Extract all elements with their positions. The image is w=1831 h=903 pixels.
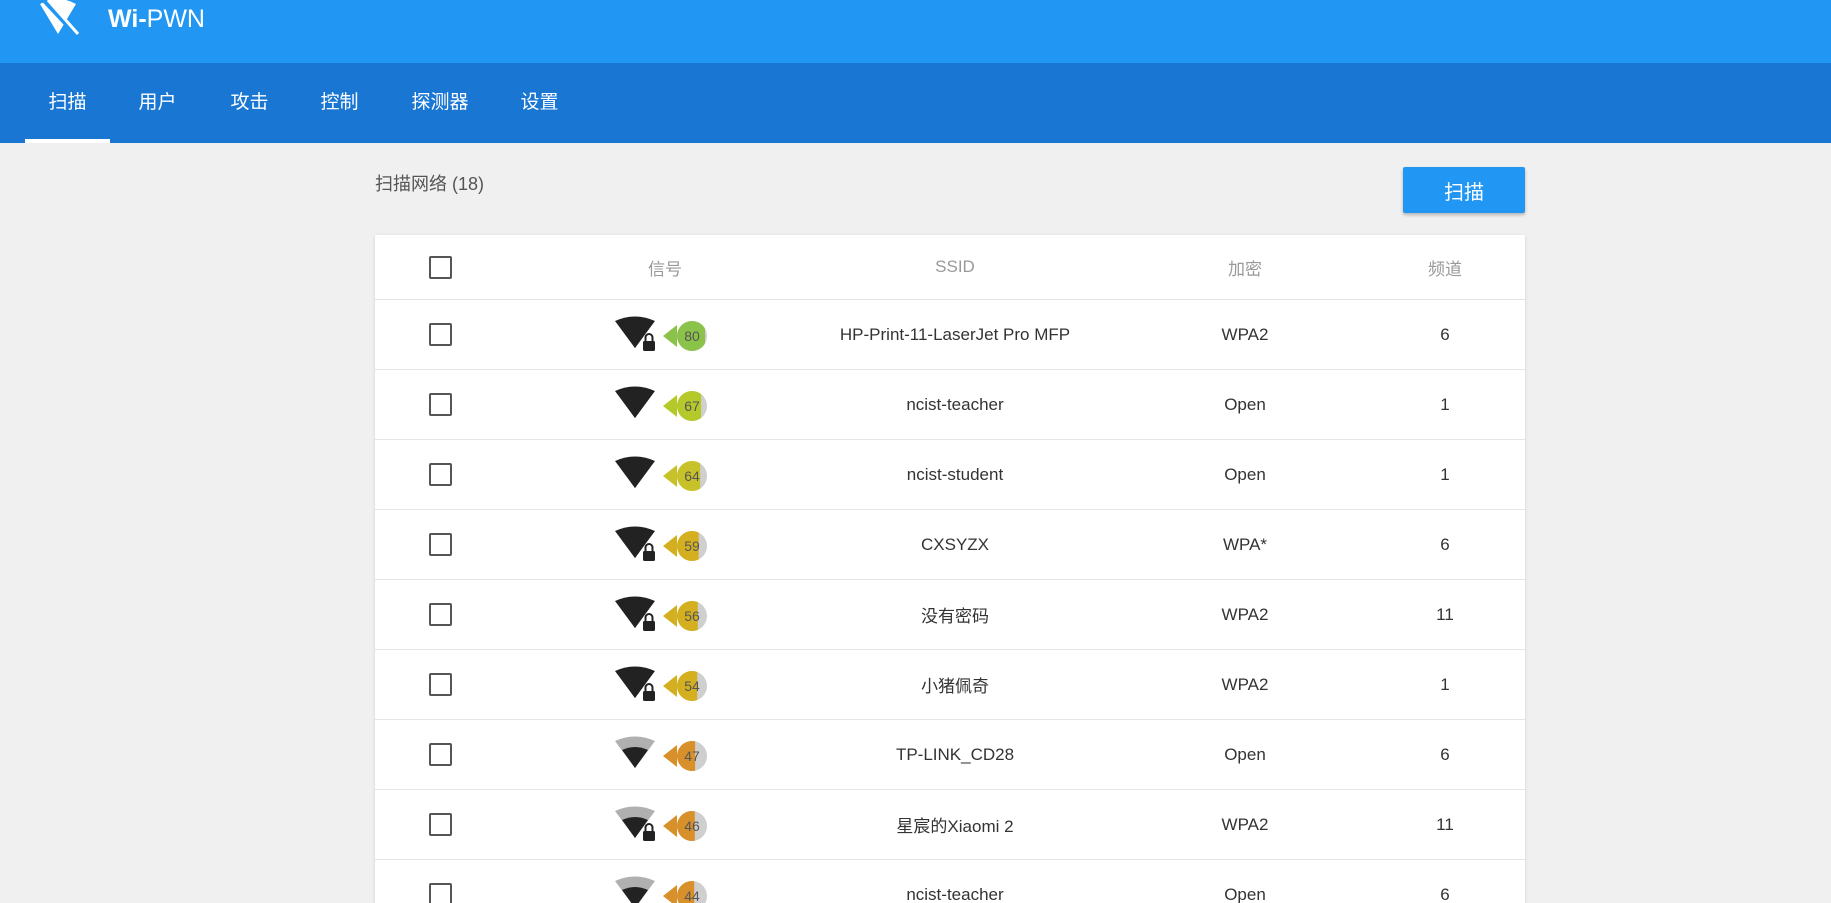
lock-icon <box>643 543 655 561</box>
ssid-cell: ncist-teacher <box>906 394 1004 414</box>
table-row[interactable]: 64 ncist-student Open 1 <box>375 440 1525 510</box>
tab-scan[interactable]: 扫描 <box>25 63 110 143</box>
tab-detector[interactable]: 探测器 <box>405 63 475 143</box>
row-select-cell <box>415 370 465 439</box>
select-all-checkbox[interactable] <box>428 255 452 279</box>
ssid-cell: 星宸的Xiaomi 2 <box>896 817 1014 836</box>
encryption-cell: Open <box>1224 884 1266 903</box>
table-header: 信号 SSID 加密 频道 <box>375 235 1525 300</box>
row-checkbox[interactable] <box>428 673 452 696</box>
row-select-cell <box>415 790 465 859</box>
encryption-cell: WPA2 <box>1221 674 1269 694</box>
row-checkbox[interactable] <box>428 533 452 556</box>
table-row[interactable]: 80 HP-Print-11-LaserJet Pro MFP WPA2 6 <box>375 300 1525 370</box>
top-app-bar: Wi-PWN <box>0 0 1831 63</box>
signal-strength: 54 <box>615 666 715 706</box>
signal-value: 46 <box>684 818 700 834</box>
signal-value: 44 <box>684 888 700 903</box>
brand-rest: PWN <box>146 5 205 33</box>
signal-strength: 44 <box>615 876 715 903</box>
encryption-cell: Open <box>1224 464 1266 484</box>
lock-icon <box>643 683 655 701</box>
encryption-cell: Open <box>1224 394 1266 414</box>
lock-icon <box>643 613 655 631</box>
signal-value: 59 <box>684 538 700 554</box>
ssid-cell: TP-LINK_CD28 <box>895 744 1015 764</box>
ssid-cell: ncist-teacher <box>906 884 1004 903</box>
row-checkbox[interactable] <box>428 743 452 766</box>
row-select-cell <box>415 650 465 719</box>
table-row[interactable]: 56 没有密码 WPA2 11 <box>375 580 1525 650</box>
nav-tabs: 扫描 用户 攻击 控制 探测器 设置 <box>0 63 1831 143</box>
tab-settings[interactable]: 设置 <box>512 63 567 143</box>
channel-cell: 6 <box>1440 534 1450 554</box>
table-row[interactable]: 67 ncist-teacher Open 1 <box>375 370 1525 440</box>
tab-attack[interactable]: 攻击 <box>222 63 277 143</box>
row-select-cell <box>415 300 465 369</box>
signal-value: 64 <box>684 468 700 484</box>
page-title: 扫描网络 (18) <box>375 174 485 194</box>
encryption-cell: WPA2 <box>1221 814 1269 834</box>
channel-cell: 1 <box>1440 464 1450 484</box>
scan-button[interactable]: 扫描 <box>1403 167 1525 213</box>
encryption-cell: WPA* <box>1222 534 1268 554</box>
ssid-cell: 小猪佩奇 <box>921 677 989 696</box>
brand-bold: Wi- <box>108 5 147 33</box>
signal-strength: 80 <box>615 316 715 356</box>
lock-icon <box>643 333 655 351</box>
row-select-cell <box>415 860 465 903</box>
networks-table: 信号 SSID 加密 频道 80 HP-Print-11-LaserJet Pro… <box>375 235 1525 903</box>
channel-cell: 1 <box>1440 394 1450 414</box>
channel-cell: 11 <box>1436 814 1454 834</box>
channel-cell: 6 <box>1440 884 1450 903</box>
encryption-cell: WPA2 <box>1221 604 1269 624</box>
select-all-cell <box>415 235 465 299</box>
column-ssid[interactable]: SSID <box>855 235 1055 299</box>
channel-cell: 11 <box>1436 604 1454 624</box>
channel-cell: 6 <box>1440 324 1450 344</box>
row-checkbox[interactable] <box>428 813 452 836</box>
signal-strength: 67 <box>615 386 715 426</box>
tab-users[interactable]: 用户 <box>130 63 185 143</box>
column-channel[interactable]: 频道 <box>1375 235 1515 299</box>
signal-value: 47 <box>684 748 700 764</box>
signal-value: 67 <box>684 398 700 414</box>
signal-strength: 47 <box>615 736 715 776</box>
column-encryption[interactable]: 加密 <box>1175 235 1315 299</box>
tab-control[interactable]: 控制 <box>312 63 367 143</box>
table-row[interactable]: 44 ncist-teacher Open 6 <box>375 860 1525 903</box>
ssid-cell: 没有密码 <box>921 607 989 626</box>
app-brand: Wi-PWN <box>108 5 205 34</box>
table-row[interactable]: 46 星宸的Xiaomi 2 WPA2 11 <box>375 790 1525 860</box>
row-checkbox[interactable] <box>428 463 452 486</box>
column-signal[interactable]: 信号 <box>585 235 745 299</box>
signal-strength: 56 <box>615 596 715 636</box>
row-select-cell <box>415 510 465 579</box>
ssid-cell: HP-Print-11-LaserJet Pro MFP <box>839 324 1071 344</box>
row-checkbox[interactable] <box>428 323 452 346</box>
table-row[interactable]: 54 小猪佩奇 WPA2 1 <box>375 650 1525 720</box>
ssid-cell: ncist-student <box>906 464 1004 484</box>
signal-value: 54 <box>684 678 700 694</box>
encryption-cell: WPA2 <box>1221 324 1269 344</box>
table-row[interactable]: 47 TP-LINK_CD28 Open 6 <box>375 720 1525 790</box>
encryption-cell: Open <box>1224 744 1266 764</box>
signal-value: 80 <box>684 328 700 344</box>
signal-strength: 59 <box>615 526 715 566</box>
signal-strength: 64 <box>615 456 715 496</box>
row-checkbox[interactable] <box>428 603 452 626</box>
table-row[interactable]: 59 CXSYZX WPA* 6 <box>375 510 1525 580</box>
row-checkbox[interactable] <box>428 883 452 903</box>
signal-value: 56 <box>684 608 700 624</box>
row-select-cell <box>415 720 465 789</box>
row-checkbox[interactable] <box>428 393 452 416</box>
ssid-cell: CXSYZX <box>920 534 990 554</box>
row-select-cell <box>415 440 465 509</box>
row-select-cell <box>415 580 465 649</box>
lock-icon <box>643 823 655 841</box>
signal-strength: 46 <box>615 806 715 846</box>
channel-cell: 1 <box>1440 674 1450 694</box>
channel-cell: 6 <box>1440 744 1450 764</box>
wifi-off-icon <box>38 0 80 36</box>
